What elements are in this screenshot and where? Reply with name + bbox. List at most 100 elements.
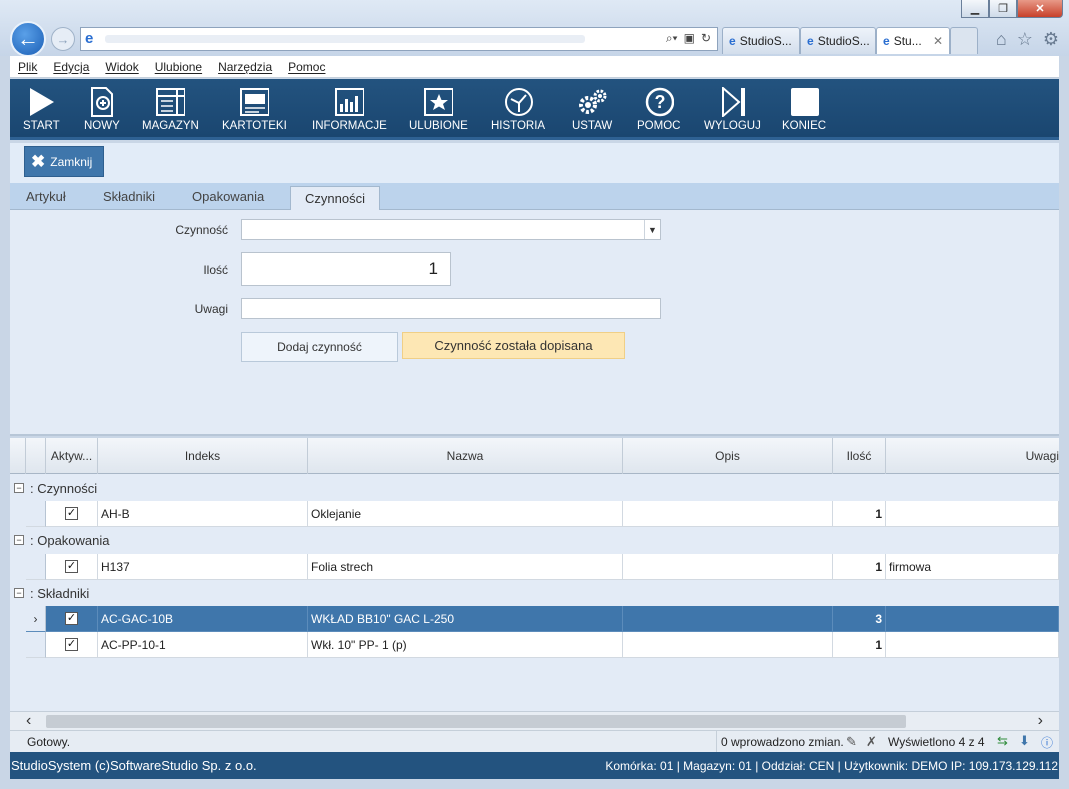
row-header[interactable]: [26, 501, 46, 527]
checkbox-checked-icon[interactable]: ✓: [65, 507, 78, 520]
group-title: : Opakowania: [30, 532, 110, 548]
help-small-icon[interactable]: ⓘ: [1041, 734, 1053, 751]
forward-button[interactable]: →: [51, 27, 75, 51]
window-controls: ▁ ❐ ✕: [961, 0, 1063, 18]
row-header[interactable]: [26, 632, 46, 658]
czynnosc-form: Czynność ▼ Ilość 1 Uwagi Dodaj czynność …: [10, 210, 1059, 436]
toolbar-historia-button[interactable]: HISTORIA: [491, 87, 545, 132]
group-skladniki[interactable]: − : Składniki: [10, 580, 1059, 606]
toolbar-wyloguj-button[interactable]: WYLOGUJ: [704, 87, 761, 132]
czynnosc-label: Czynność: [175, 223, 228, 237]
checkbox-checked-icon[interactable]: ✓: [65, 612, 78, 625]
menu-pomoc[interactable]: Pomoc: [280, 60, 333, 74]
menu-edycja[interactable]: Edycja: [45, 60, 97, 74]
toolbar-pomoc-button[interactable]: ? POMOC: [637, 87, 680, 132]
opis-cell: [623, 554, 833, 580]
close-tab-icon[interactable]: ✕: [933, 34, 943, 48]
scroll-thumb[interactable]: [46, 715, 906, 728]
aktywny-cell[interactable]: ✓: [46, 501, 98, 527]
menu-plik[interactable]: Plik: [10, 60, 45, 74]
favorites-star-icon[interactable]: ☆: [1017, 29, 1033, 50]
grid-header: Aktyw... Indeks Nazwa Opis Ilość Uwagi: [10, 438, 1059, 474]
checkbox-checked-icon[interactable]: ✓: [65, 638, 78, 651]
menu-ulubione[interactable]: Ulubione: [147, 60, 210, 74]
column-indeks[interactable]: Indeks: [98, 438, 308, 474]
search-icon[interactable]: ⌕▾: [666, 31, 678, 46]
footer-session-info: Komórka: 01 | Magazyn: 01 | Oddział: CEN…: [605, 758, 1058, 773]
tab-opakowania[interactable]: Opakowania: [192, 189, 264, 204]
zamknij-button[interactable]: ✖ Zamknij: [24, 146, 104, 177]
status-bar: Gotowy. 0 wprowadzono zmian. ✎ ✗ Wyświet…: [10, 730, 1059, 753]
ie-tab-icon: e: [729, 34, 736, 48]
close-window-button[interactable]: ✕: [1017, 0, 1063, 18]
horizontal-scrollbar[interactable]: ‹ ›: [10, 711, 1059, 730]
aktywny-cell[interactable]: ✓: [46, 632, 98, 658]
browser-tab-3-active[interactable]: e Stu... ✕: [876, 27, 950, 54]
current-row-chevron-icon: ›: [33, 611, 38, 626]
column-opis[interactable]: Opis: [623, 438, 833, 474]
row-header[interactable]: [26, 554, 46, 580]
collapse-icon[interactable]: −: [14, 588, 24, 598]
address-url-blurred: [105, 35, 585, 43]
tab-artykul[interactable]: Artykuł: [26, 189, 66, 204]
approve-icon[interactable]: ✎: [846, 734, 857, 750]
star-icon: [423, 87, 454, 117]
column-ilosc[interactable]: Ilość: [833, 438, 886, 474]
czynnosc-select[interactable]: ▼: [241, 219, 661, 240]
header-spacer: [10, 438, 26, 474]
dodaj-czynnosc-button[interactable]: Dodaj czynność: [241, 332, 398, 362]
compatibility-icon[interactable]: ▣: [684, 31, 695, 46]
column-uwagi[interactable]: Uwagi: [886, 438, 1059, 474]
column-nazwa[interactable]: Nazwa: [308, 438, 623, 474]
browser-tab-1[interactable]: e StudioS...: [722, 27, 800, 54]
toolbar-magazyn-button[interactable]: MAGAZYN: [142, 87, 199, 132]
refresh-icon[interactable]: ↻: [701, 31, 711, 46]
toolbar-kartoteki-button[interactable]: KARTOTEKI: [222, 87, 287, 132]
zamknij-label: Zamknij: [50, 154, 93, 169]
browser-tab-2[interactable]: e StudioS...: [800, 27, 876, 54]
export-icon[interactable]: ⬇: [1019, 733, 1030, 749]
tab-czynnosci[interactable]: Czynności: [290, 186, 380, 212]
aktywny-cell[interactable]: ✓: [46, 606, 98, 632]
toolbar-informacje-button[interactable]: INFORMACJE: [312, 87, 387, 132]
ilosc-cell: 1: [833, 501, 886, 527]
row-header[interactable]: ›: [26, 606, 46, 632]
table-row[interactable]: ✓ H137 Folia strech 1 firmowa: [10, 554, 1059, 580]
tab-skladniki[interactable]: Składniki: [103, 189, 155, 204]
back-button[interactable]: ←: [10, 21, 46, 57]
toolbar-ustaw-button[interactable]: USTAW: [572, 87, 612, 132]
refresh-arrows-icon[interactable]: ⇆: [997, 733, 1008, 749]
settings-gear-icon[interactable]: ⚙: [1043, 29, 1059, 50]
scroll-right-icon[interactable]: ›: [1038, 712, 1043, 730]
collapse-icon[interactable]: −: [14, 535, 24, 545]
scroll-left-icon[interactable]: ‹: [26, 712, 31, 730]
address-bar[interactable]: e ⌕▾ ▣ ↻: [80, 27, 718, 51]
table-row[interactable]: ✓ AC-PP-10-1 Wkł. 10" PP- 1 (p) 1: [10, 632, 1059, 658]
toolbar-koniec-button[interactable]: KONIEC: [782, 87, 826, 132]
group-czynnosci[interactable]: − : Czynności: [10, 475, 1059, 501]
menu-narzedzia[interactable]: Narzędzia: [210, 60, 280, 74]
ilosc-input[interactable]: 1: [241, 252, 451, 286]
uwagi-input[interactable]: [241, 298, 661, 319]
menu-widok[interactable]: Widok: [97, 60, 146, 74]
new-tab-button[interactable]: [950, 27, 978, 54]
minimize-button[interactable]: ▁: [961, 0, 989, 18]
browser-tools: ⌂ ☆ ⚙: [996, 29, 1059, 50]
aktywny-cell[interactable]: ✓: [46, 554, 98, 580]
home-icon[interactable]: ⌂: [996, 29, 1007, 50]
dropdown-arrow-icon[interactable]: ▼: [644, 220, 660, 239]
toolbar-label: NOWY: [84, 120, 120, 132]
maximize-button[interactable]: ❐: [989, 0, 1017, 18]
toolbar-ulubione-button[interactable]: ULUBIONE: [409, 87, 468, 132]
column-aktywny[interactable]: Aktyw...: [46, 438, 98, 474]
toolbar-nowy-button[interactable]: NOWY: [84, 87, 120, 132]
table-row[interactable]: ✓ AH-B Oklejanie 1: [10, 501, 1059, 527]
table-row-selected[interactable]: › ✓ AC-GAC-10B WKŁAD BB10" GAC L-250 3: [10, 606, 1059, 632]
collapse-icon[interactable]: −: [14, 483, 24, 493]
form-tabs: Artykuł Składniki Opakowania Czynności: [10, 183, 1059, 212]
checkbox-checked-icon[interactable]: ✓: [65, 560, 78, 573]
toolbar-start-button[interactable]: START: [23, 87, 60, 132]
cancel-changes-icon[interactable]: ✗: [866, 734, 877, 750]
group-opakowania[interactable]: − : Opakowania: [10, 527, 1059, 553]
chart-icon: [334, 87, 365, 117]
